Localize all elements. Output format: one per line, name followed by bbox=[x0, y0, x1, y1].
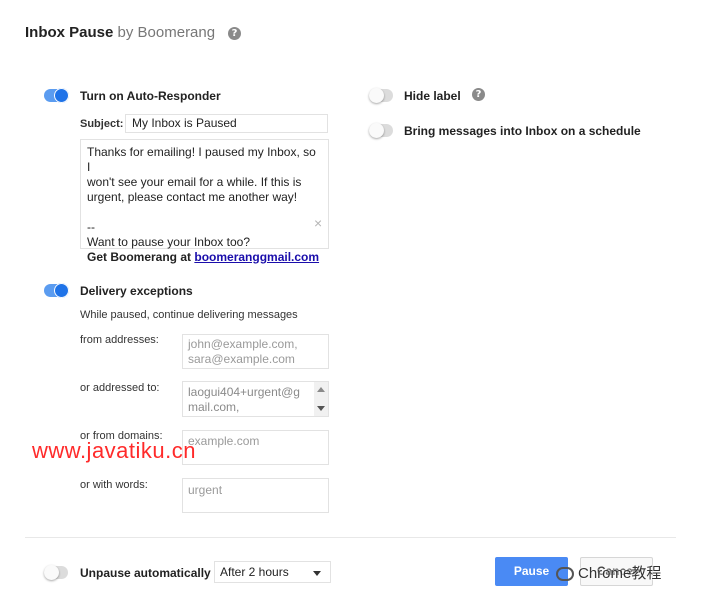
watermark-badge: Chrome教程 bbox=[556, 562, 661, 583]
signature-prefix: Get Boomerang at bbox=[87, 250, 195, 264]
placeholder-text: urgent bbox=[188, 483, 223, 497]
scrollbar[interactable] bbox=[314, 382, 328, 416]
app-title: Inbox Pause bbox=[25, 24, 114, 41]
placeholder-text: sara@example.com bbox=[188, 352, 295, 366]
watermark-text: www.javatiku.cn bbox=[32, 438, 197, 463]
chevron-down-icon bbox=[313, 571, 321, 576]
message-textarea[interactable]: Thanks for emailing! I paused my Inbox, … bbox=[80, 139, 329, 264]
message-line bbox=[87, 205, 322, 220]
wechat-icon bbox=[556, 567, 574, 582]
scroll-up-icon[interactable] bbox=[317, 387, 325, 392]
remove-signature-icon[interactable]: × bbox=[314, 216, 322, 230]
schedule-label: Bring messages into Inbox on a schedule bbox=[404, 124, 641, 138]
message-line: won't see your email for a while. If thi… bbox=[87, 175, 302, 189]
unpause-select[interactable]: After 2 hours bbox=[214, 561, 331, 583]
addressed-to-label: or addressed to: bbox=[80, 382, 160, 394]
toggle-knob bbox=[369, 123, 384, 138]
field-value: mail.com, bbox=[188, 400, 240, 414]
delivery-exceptions-description: While paused, continue delivering messag… bbox=[80, 309, 298, 321]
scroll-down-icon[interactable] bbox=[317, 406, 325, 411]
from-addresses-label: from addresses: bbox=[80, 334, 159, 346]
message-line: urgent, please contact me another way! bbox=[87, 190, 298, 204]
from-addresses-input[interactable]: john@example.com, sara@example.com bbox=[182, 334, 329, 369]
addressed-to-input[interactable]: laogui404+urgent@g mail.com, bbox=[182, 381, 329, 417]
help-icon[interactable]: ? bbox=[472, 88, 485, 101]
divider bbox=[25, 537, 676, 538]
delivery-exceptions-toggle[interactable] bbox=[44, 283, 69, 298]
subject-input[interactable]: My Inbox is Paused bbox=[125, 114, 328, 133]
watermark-badge-text: Chrome教程 bbox=[578, 565, 662, 582]
toggle-knob bbox=[54, 283, 69, 298]
page-title: Inbox Pause by Boomerang bbox=[25, 24, 215, 41]
placeholder-text: example.com bbox=[188, 434, 260, 448]
with-words-label: or with words: bbox=[80, 479, 148, 491]
hide-label-toggle[interactable] bbox=[369, 88, 393, 103]
with-words-input[interactable]: urgent bbox=[182, 478, 329, 513]
subject-value: My Inbox is Paused bbox=[132, 116, 237, 130]
auto-responder-label: Turn on Auto-Responder bbox=[80, 89, 221, 103]
from-domains-input[interactable]: example.com bbox=[182, 430, 329, 465]
field-value: laogui404+urgent@g bbox=[188, 385, 300, 399]
schedule-toggle[interactable] bbox=[369, 123, 393, 138]
message-line: -- bbox=[87, 220, 95, 234]
message-line: Thanks for emailing! I paused my Inbox, … bbox=[87, 145, 316, 174]
placeholder-text: john@example.com, bbox=[188, 337, 298, 351]
hide-label-label: Hide label bbox=[404, 89, 461, 103]
toggle-knob bbox=[369, 88, 384, 103]
subject-label: Subject: bbox=[80, 118, 124, 130]
signature-line: Get Boomerang at boomeranggmail.com bbox=[87, 250, 322, 265]
unpause-toggle[interactable] bbox=[44, 565, 68, 580]
auto-responder-toggle[interactable] bbox=[44, 88, 69, 103]
app-subtitle: by Boomerang bbox=[113, 24, 216, 41]
unpause-label: Unpause automatically bbox=[80, 566, 211, 580]
select-value: After 2 hours bbox=[220, 565, 289, 579]
delivery-exceptions-label: Delivery exceptions bbox=[80, 284, 193, 298]
message-line: Want to pause your Inbox too? bbox=[87, 235, 250, 249]
toggle-knob bbox=[54, 88, 69, 103]
toggle-knob bbox=[44, 565, 59, 580]
help-icon[interactable]: ? bbox=[228, 27, 241, 40]
signature-link[interactable]: boomeranggmail.com bbox=[194, 250, 319, 264]
